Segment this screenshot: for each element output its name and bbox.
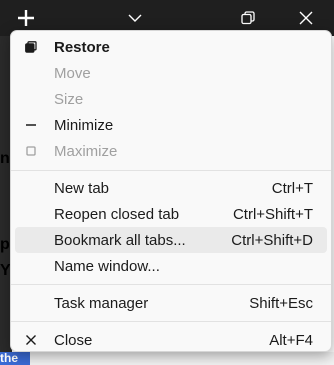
menu-item-bookmark-all-tabs[interactable]: Bookmark all tabs... Ctrl+Shift+D xyxy=(15,227,327,253)
menu-item-label: Restore xyxy=(54,38,110,56)
menu-item-label: Minimize xyxy=(54,116,114,134)
selected-text-fragment: the xyxy=(0,352,30,365)
chevron-down-icon xyxy=(128,14,142,22)
menu-item-shortcut: Ctrl+T xyxy=(271,179,313,197)
menu-item-move: Move xyxy=(15,60,327,86)
menu-item-label: Move xyxy=(54,64,91,82)
menu-item-name-window[interactable]: Name window... xyxy=(15,253,327,279)
menu-separator xyxy=(11,284,331,285)
maximize-icon xyxy=(23,143,39,159)
menu-item-label: Task manager xyxy=(54,294,149,312)
menu-item-shortcut: Shift+Esc xyxy=(249,294,313,312)
menu-separator xyxy=(11,321,331,322)
menu-item-label: Bookmark all tabs... xyxy=(54,231,186,249)
menu-item-label: Size xyxy=(54,90,84,108)
restore-icon xyxy=(241,11,255,25)
menu-item-new-tab[interactable]: New tab Ctrl+T xyxy=(15,175,327,201)
menu-item-size: Size xyxy=(15,86,327,112)
menu-item-restore[interactable]: Restore xyxy=(15,34,327,60)
menu-item-maximize: Maximize xyxy=(15,138,327,164)
menu-item-label: New tab xyxy=(54,179,110,197)
minimize-icon xyxy=(23,117,39,133)
menu-item-label: Close xyxy=(54,331,93,349)
menu-item-label: Name window... xyxy=(54,257,160,275)
close-icon xyxy=(23,332,39,348)
close-icon xyxy=(299,11,313,25)
menu-item-task-manager[interactable]: Task manager Shift+Esc xyxy=(15,290,327,316)
menu-item-reopen-closed-tab[interactable]: Reopen closed tab Ctrl+Shift+T xyxy=(15,201,327,227)
menu-item-minimize[interactable]: Minimize xyxy=(15,112,327,138)
menu-item-label: Reopen closed tab xyxy=(54,205,180,223)
menu-item-shortcut: Ctrl+Shift+D xyxy=(231,231,313,249)
page-bottom-strip xyxy=(0,352,334,365)
restore-icon xyxy=(23,39,39,55)
menu-separator xyxy=(11,170,331,171)
menu-item-shortcut: Alt+F4 xyxy=(269,331,313,349)
menu-item-shortcut: Ctrl+Shift+T xyxy=(232,205,313,223)
window-context-menu: Restore Move Size Minimize Maximize New … xyxy=(10,30,332,352)
plus-icon xyxy=(18,10,34,26)
menu-item-label: Maximize xyxy=(54,142,118,160)
menu-item-close[interactable]: Close Alt+F4 xyxy=(15,327,327,353)
